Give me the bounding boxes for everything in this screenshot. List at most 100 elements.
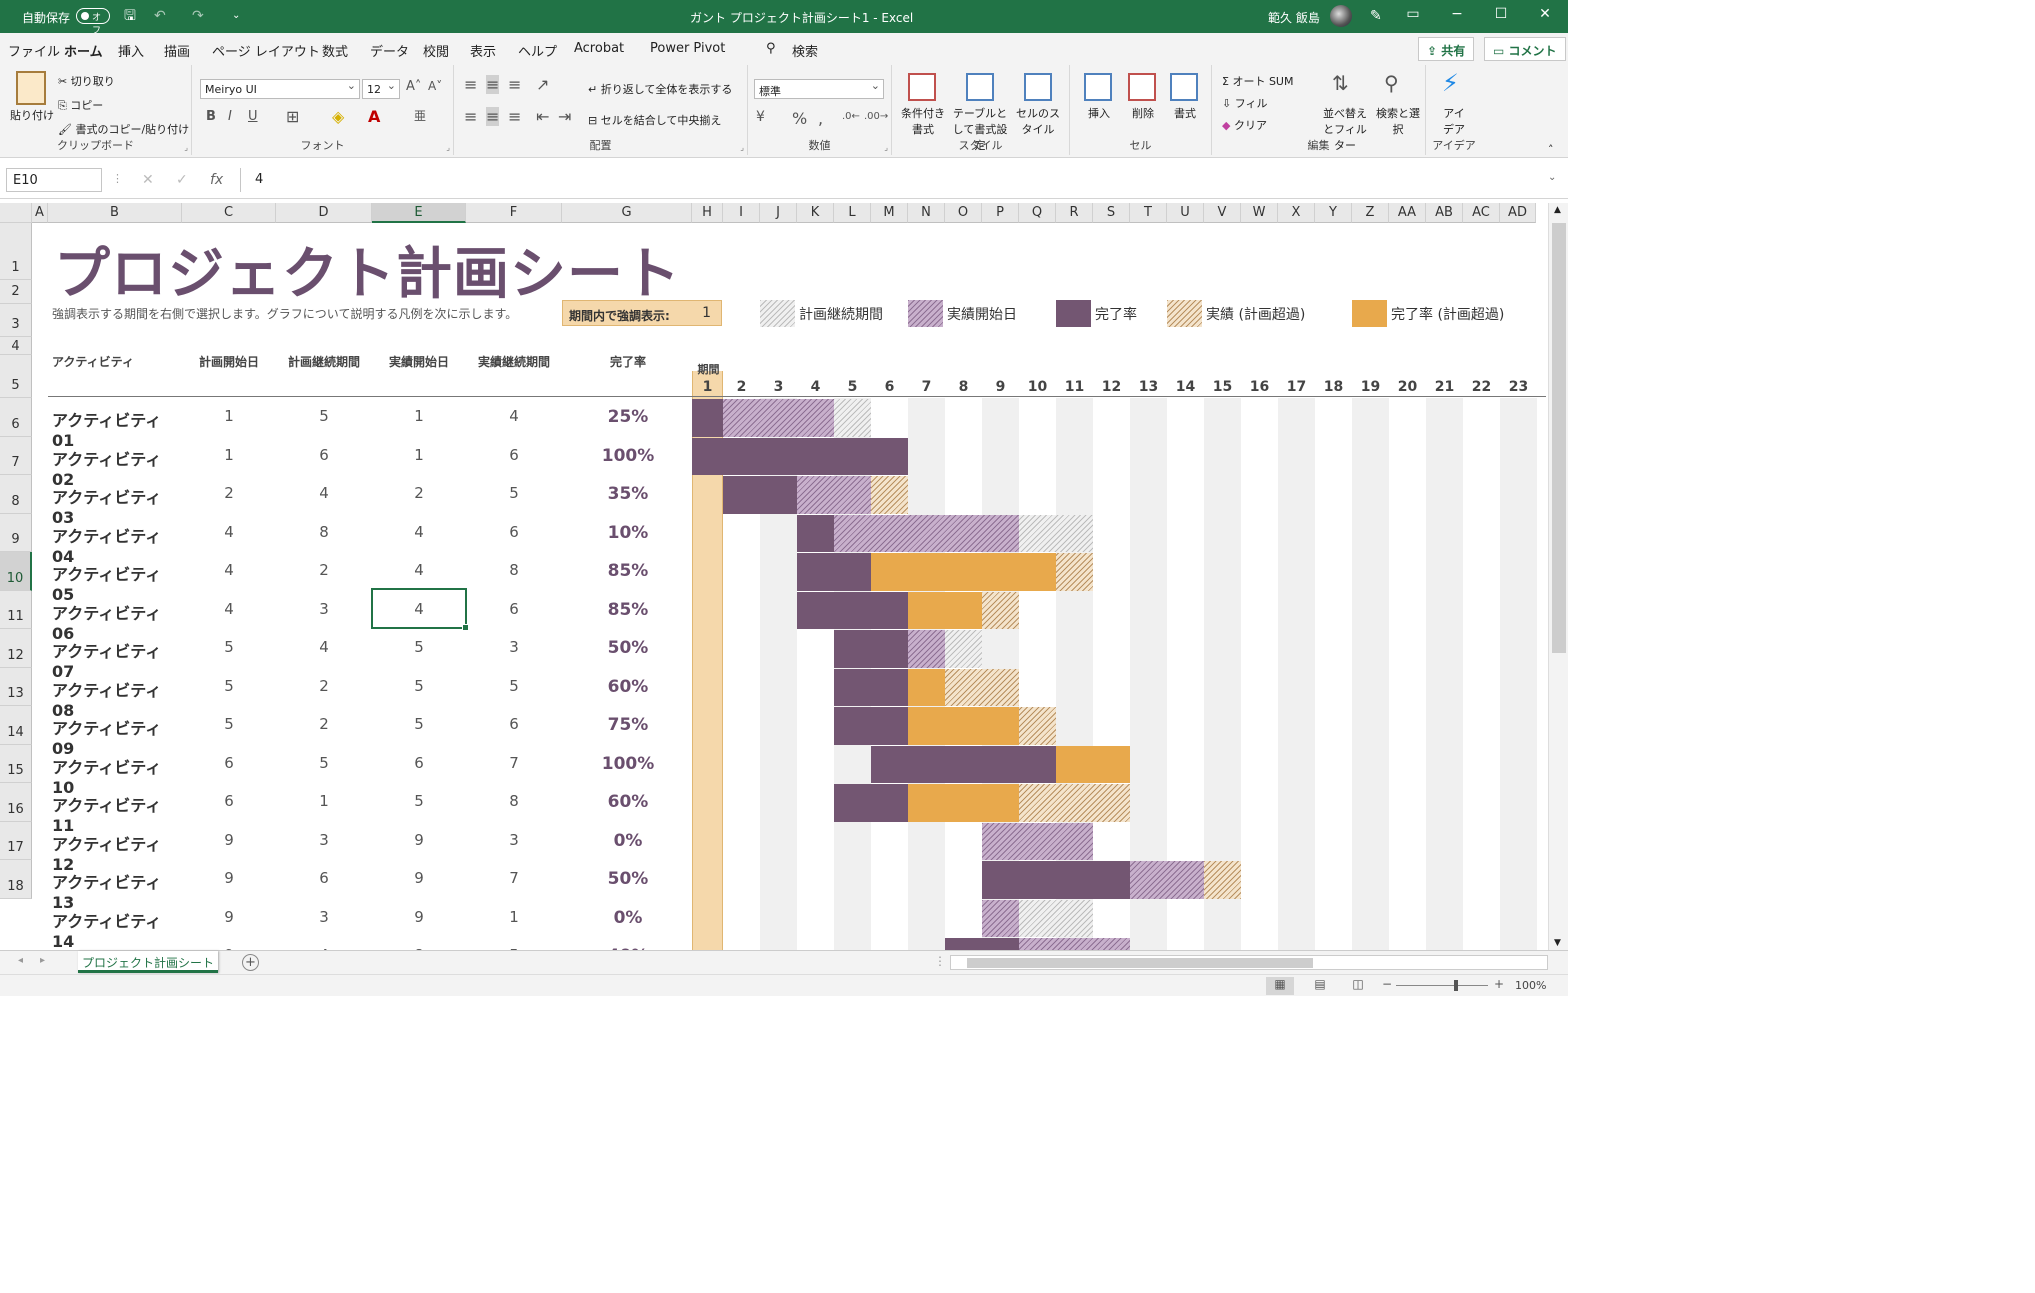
plan-start-value[interactable]: 5 xyxy=(182,677,276,695)
currency-icon[interactable]: ¥ xyxy=(756,109,765,125)
column-header-r[interactable]: R xyxy=(1056,203,1093,223)
pct-value[interactable]: 35% xyxy=(562,484,694,504)
pct-value[interactable]: 10% xyxy=(562,523,694,543)
column-header-c[interactable]: C xyxy=(182,203,276,223)
minimize-icon[interactable]: − xyxy=(1446,6,1468,26)
plan-start-value[interactable]: 9 xyxy=(182,831,276,849)
enter-icon[interactable]: ✓ xyxy=(176,172,188,188)
activity-name[interactable]: アクティビティ 10 xyxy=(52,754,182,797)
selected-cell-e10[interactable] xyxy=(371,588,469,631)
insert-function-icon[interactable]: fx xyxy=(210,172,223,188)
align-bottom-icon[interactable]: ≡ xyxy=(508,75,521,94)
align-right-icon[interactable]: ≡ xyxy=(508,107,521,126)
column-header-b[interactable]: B xyxy=(48,203,182,223)
activity-name[interactable]: アクティビティ 01 xyxy=(52,407,182,450)
autosum-button[interactable]: Σ オート SUM xyxy=(1222,73,1293,89)
activity-name[interactable]: アクティビティ 14 xyxy=(52,908,182,951)
column-header-w[interactable]: W xyxy=(1241,203,1278,223)
cell-styles-icon[interactable] xyxy=(1024,73,1052,101)
column-header-g[interactable]: G xyxy=(562,203,692,223)
actual-start-value[interactable]: 5 xyxy=(372,638,466,656)
find-select-button[interactable]: 検索と選択 xyxy=(1376,105,1420,137)
row-header-5[interactable]: 5 xyxy=(0,355,32,398)
clear-button[interactable]: ◆ クリア xyxy=(1222,117,1267,133)
actual-duration-value[interactable]: 8 xyxy=(466,792,562,810)
autosave-toggle[interactable]: オフ xyxy=(76,8,110,36)
page-layout-view-icon[interactable]: ▤ xyxy=(1306,977,1334,995)
activity-name[interactable]: アクティビティ 05 xyxy=(52,561,182,604)
column-header-q[interactable]: Q xyxy=(1019,203,1056,223)
activity-name[interactable]: アクティビティ 12 xyxy=(52,831,182,874)
ribbon-display-icon[interactable]: ▭ xyxy=(1402,6,1424,26)
actual-start-value[interactable]: 5 xyxy=(372,715,466,733)
plan-start-value[interactable]: 1 xyxy=(182,407,276,425)
format-table-icon[interactable] xyxy=(966,73,994,101)
pct-value[interactable]: 50% xyxy=(562,869,694,889)
zoom-out-icon[interactable]: − xyxy=(1382,977,1392,991)
actual-duration-value[interactable]: 6 xyxy=(466,715,562,733)
actual-start-value[interactable]: 5 xyxy=(372,677,466,695)
scroll-up-icon[interactable]: ▲ xyxy=(1554,205,1561,215)
activity-name[interactable]: アクティビティ 04 xyxy=(52,523,182,566)
cut-button[interactable]: ✂ 切り取り xyxy=(58,73,115,89)
plan-duration-value[interactable]: 1 xyxy=(276,792,372,810)
activity-name[interactable]: アクティビティ 13 xyxy=(52,869,182,912)
plan-start-value[interactable]: 5 xyxy=(182,638,276,656)
cell-styles-button[interactable]: セルのスタイル xyxy=(1014,105,1062,137)
plan-duration-value[interactable]: 3 xyxy=(276,908,372,926)
row-header-10[interactable]: 10 xyxy=(0,552,32,591)
decrease-indent-icon[interactable]: ⇤ xyxy=(536,107,549,126)
horizontal-scrollbar[interactable] xyxy=(950,955,1548,970)
font-name-select[interactable]: Meiryo UI xyxy=(200,79,360,99)
ideas-button[interactable]: アイデア xyxy=(1442,105,1466,137)
align-center-icon[interactable]: ≡ xyxy=(486,107,500,126)
plan-start-value[interactable]: 4 xyxy=(182,561,276,579)
actual-start-value[interactable]: 2 xyxy=(372,484,466,502)
actual-duration-value[interactable]: 3 xyxy=(466,831,562,849)
actual-duration-value[interactable]: 5 xyxy=(466,484,562,502)
tab-home[interactable]: ホーム xyxy=(64,41,103,67)
tab-view[interactable]: 表示 xyxy=(470,41,496,60)
plan-duration-value[interactable]: 3 xyxy=(276,831,372,849)
column-header-m[interactable]: M xyxy=(871,203,908,223)
actual-start-value[interactable]: 4 xyxy=(372,561,466,579)
pct-value[interactable]: 0% xyxy=(562,831,694,851)
plan-start-value[interactable]: 6 xyxy=(182,792,276,810)
expand-icon[interactable]: ⌟ xyxy=(184,143,188,152)
increase-indent-icon[interactable]: ⇥ xyxy=(558,107,571,126)
sort-filter-icon[interactable]: ⇅ xyxy=(1332,71,1349,95)
plan-start-value[interactable]: 4 xyxy=(182,523,276,541)
row-header-14[interactable]: 14 xyxy=(0,706,32,745)
actual-duration-value[interactable]: 3 xyxy=(466,638,562,656)
tab-data[interactable]: データ xyxy=(370,41,409,60)
plan-duration-value[interactable]: 2 xyxy=(276,561,372,579)
actual-duration-value[interactable]: 6 xyxy=(466,600,562,618)
pct-value[interactable]: 60% xyxy=(562,792,694,812)
column-header-f[interactable]: F xyxy=(466,203,562,223)
underline-icon[interactable]: U xyxy=(248,109,258,124)
column-header-i[interactable]: I xyxy=(723,203,760,223)
page-break-view-icon[interactable]: ◫ xyxy=(1344,977,1372,995)
plan-duration-value[interactable]: 3 xyxy=(276,600,372,618)
zoom-level[interactable]: 100% xyxy=(1515,979,1546,992)
redo-icon[interactable]: ↷ xyxy=(192,7,204,25)
row-header-16[interactable]: 16 xyxy=(0,783,32,822)
pct-value[interactable]: 50% xyxy=(562,638,694,658)
activity-name[interactable]: アクティビティ 06 xyxy=(52,600,182,643)
insert-cells-icon[interactable] xyxy=(1084,73,1112,101)
share-button[interactable]: ⇪ 共有 xyxy=(1418,37,1475,61)
increase-decimal-icon[interactable]: .0← xyxy=(842,111,860,122)
pct-value[interactable]: 100% xyxy=(562,446,694,466)
expand-formula-icon[interactable]: ⌄ xyxy=(1548,172,1556,183)
split-handle-icon[interactable]: ⋮ xyxy=(934,954,946,968)
column-header-ab[interactable]: AB xyxy=(1426,203,1463,223)
maximize-icon[interactable]: ☐ xyxy=(1490,6,1512,26)
actual-duration-value[interactable]: 1 xyxy=(466,908,562,926)
column-header-s[interactable]: S xyxy=(1093,203,1130,223)
insert-cells-button[interactable]: 挿入 xyxy=(1088,105,1110,121)
save-icon[interactable]: 🖫 xyxy=(124,7,136,25)
close-icon[interactable]: ✕ xyxy=(1534,6,1556,26)
tab-acrobat[interactable]: Acrobat xyxy=(574,41,624,56)
align-left-icon[interactable]: ≡ xyxy=(464,107,477,126)
merge-center-button[interactable]: ⊟ セルを結合して中央揃え xyxy=(588,112,721,128)
